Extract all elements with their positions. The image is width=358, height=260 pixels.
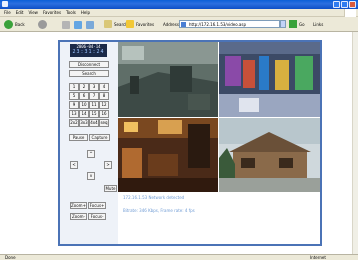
address-value: http://172.16.1.53/video.asp bbox=[189, 22, 246, 27]
windows-logo-icon bbox=[344, 9, 356, 17]
channel-button[interactable]: 14 bbox=[79, 110, 89, 118]
address-label: Address bbox=[163, 22, 179, 27]
page-icon bbox=[181, 22, 186, 27]
maximize-button[interactable] bbox=[341, 1, 348, 8]
channel-button[interactable]: 9 bbox=[69, 101, 79, 109]
pan-down-button[interactable]: v bbox=[87, 172, 95, 180]
channel-button[interactable]: 13 bbox=[69, 110, 79, 118]
channel-button[interactable]: 5 bbox=[69, 92, 79, 100]
go-arrow-icon bbox=[289, 20, 297, 28]
browser-icon bbox=[2, 1, 8, 7]
mute-button[interactable]: Mute bbox=[104, 185, 117, 192]
pan-up-button[interactable]: ^ bbox=[87, 150, 95, 158]
stream-stats: Bitrate: 346 Kbps, Frame rate: 4 fps bbox=[123, 208, 195, 213]
channel-button[interactable]: 6 bbox=[79, 92, 89, 100]
pan-right-button[interactable]: > bbox=[104, 161, 112, 169]
address-input[interactable]: http://172.16.1.53/video.asp bbox=[179, 20, 280, 28]
search-icon bbox=[104, 20, 112, 28]
control-panel: 2006-04-14 23:31:24 Disconnect Search 1 … bbox=[60, 42, 118, 244]
channel-button[interactable]: 12 bbox=[99, 101, 109, 109]
menu-edit[interactable]: Edit bbox=[16, 10, 24, 15]
stop-icon[interactable] bbox=[62, 21, 70, 29]
home-icon[interactable] bbox=[86, 21, 94, 29]
security-zone: Internet bbox=[310, 255, 326, 260]
forward-button[interactable] bbox=[38, 20, 47, 29]
camera-feed-2[interactable] bbox=[219, 42, 320, 117]
channel-button[interactable]: 3 bbox=[89, 83, 99, 91]
channel-button[interactable]: 11 bbox=[89, 101, 99, 109]
back-label: Back bbox=[15, 22, 25, 27]
menu-tools[interactable]: Tools bbox=[66, 10, 76, 15]
channel-button[interactable]: 2 bbox=[79, 83, 89, 91]
menu-help[interactable]: Help bbox=[81, 10, 90, 15]
back-button[interactable]: Back bbox=[4, 20, 25, 29]
channel-button[interactable]: 7 bbox=[89, 92, 99, 100]
zoom-out-button[interactable]: Zoom- bbox=[70, 213, 87, 220]
browser-status-bar: Done Internet bbox=[0, 254, 358, 260]
menu-file[interactable]: File bbox=[4, 10, 11, 15]
focus-minus-button[interactable]: Focus- bbox=[88, 213, 106, 220]
status-text: Done bbox=[5, 255, 16, 260]
address-dropdown[interactable] bbox=[280, 20, 286, 28]
favorites-button[interactable]: Favorites bbox=[126, 20, 154, 28]
menu-favorites[interactable]: Favorites bbox=[43, 10, 61, 15]
favorites-label: Favorites bbox=[136, 21, 155, 27]
network-status: 172.16.1.53 Network detected bbox=[123, 195, 185, 200]
title-bar bbox=[0, 0, 358, 9]
camera-feed-1[interactable] bbox=[118, 42, 218, 117]
split-2x2-button[interactable]: 2x2 bbox=[69, 119, 79, 127]
split-3x3-button[interactable]: 3x3 bbox=[79, 119, 89, 127]
sequence-button[interactable]: seq bbox=[99, 119, 109, 127]
pause-button[interactable]: Pause bbox=[69, 134, 88, 141]
channel-button[interactable]: 16 bbox=[99, 110, 109, 118]
menu-view[interactable]: View bbox=[28, 10, 38, 15]
menu-bar: File Edit View Favorites Tools Help bbox=[0, 9, 358, 17]
go-button[interactable]: Go bbox=[289, 20, 305, 28]
clock-display: 2006-04-14 23:31:24 bbox=[70, 44, 107, 57]
browser-toolbar: Back Search Favorites Address http://172… bbox=[0, 17, 358, 32]
vertical-scrollbar[interactable] bbox=[352, 32, 358, 254]
channel-button[interactable]: 1 bbox=[69, 83, 79, 91]
video-area: 172.16.1.53 Network detected Bitrate: 34… bbox=[118, 42, 320, 244]
clock-time: 23:31:24 bbox=[72, 49, 105, 55]
minimize-button[interactable] bbox=[333, 1, 340, 8]
search-dvr-button[interactable]: Search bbox=[69, 70, 109, 77]
dvr-viewer: 2006-04-14 23:31:24 Disconnect Search 1 … bbox=[58, 40, 322, 246]
star-icon bbox=[126, 20, 134, 28]
page-viewport: 2006-04-14 23:31:24 Disconnect Search 1 … bbox=[0, 32, 352, 254]
camera-feed-4[interactable] bbox=[219, 118, 320, 192]
split-4x4-button[interactable]: 4x4 bbox=[89, 119, 99, 127]
focus-plus-button[interactable]: Focus+ bbox=[88, 202, 106, 209]
pan-left-button[interactable]: < bbox=[70, 161, 78, 169]
channel-button[interactable]: 15 bbox=[89, 110, 99, 118]
refresh-icon[interactable] bbox=[74, 21, 82, 29]
zoom-in-button[interactable]: Zoom+ bbox=[70, 202, 87, 209]
channel-button[interactable]: 10 bbox=[79, 101, 89, 109]
capture-button[interactable]: Capture bbox=[89, 134, 110, 141]
channel-button[interactable]: 4 bbox=[99, 83, 109, 91]
forward-arrow-icon bbox=[38, 20, 47, 29]
close-button[interactable] bbox=[349, 1, 356, 8]
channel-button[interactable]: 8 bbox=[99, 92, 109, 100]
disconnect-button[interactable]: Disconnect bbox=[69, 61, 109, 68]
camera-feed-3[interactable] bbox=[118, 118, 218, 192]
go-label: Go bbox=[299, 21, 305, 27]
search-button[interactable]: Search bbox=[104, 20, 128, 28]
back-arrow-icon bbox=[4, 20, 13, 29]
links-button[interactable]: Links bbox=[313, 22, 323, 27]
